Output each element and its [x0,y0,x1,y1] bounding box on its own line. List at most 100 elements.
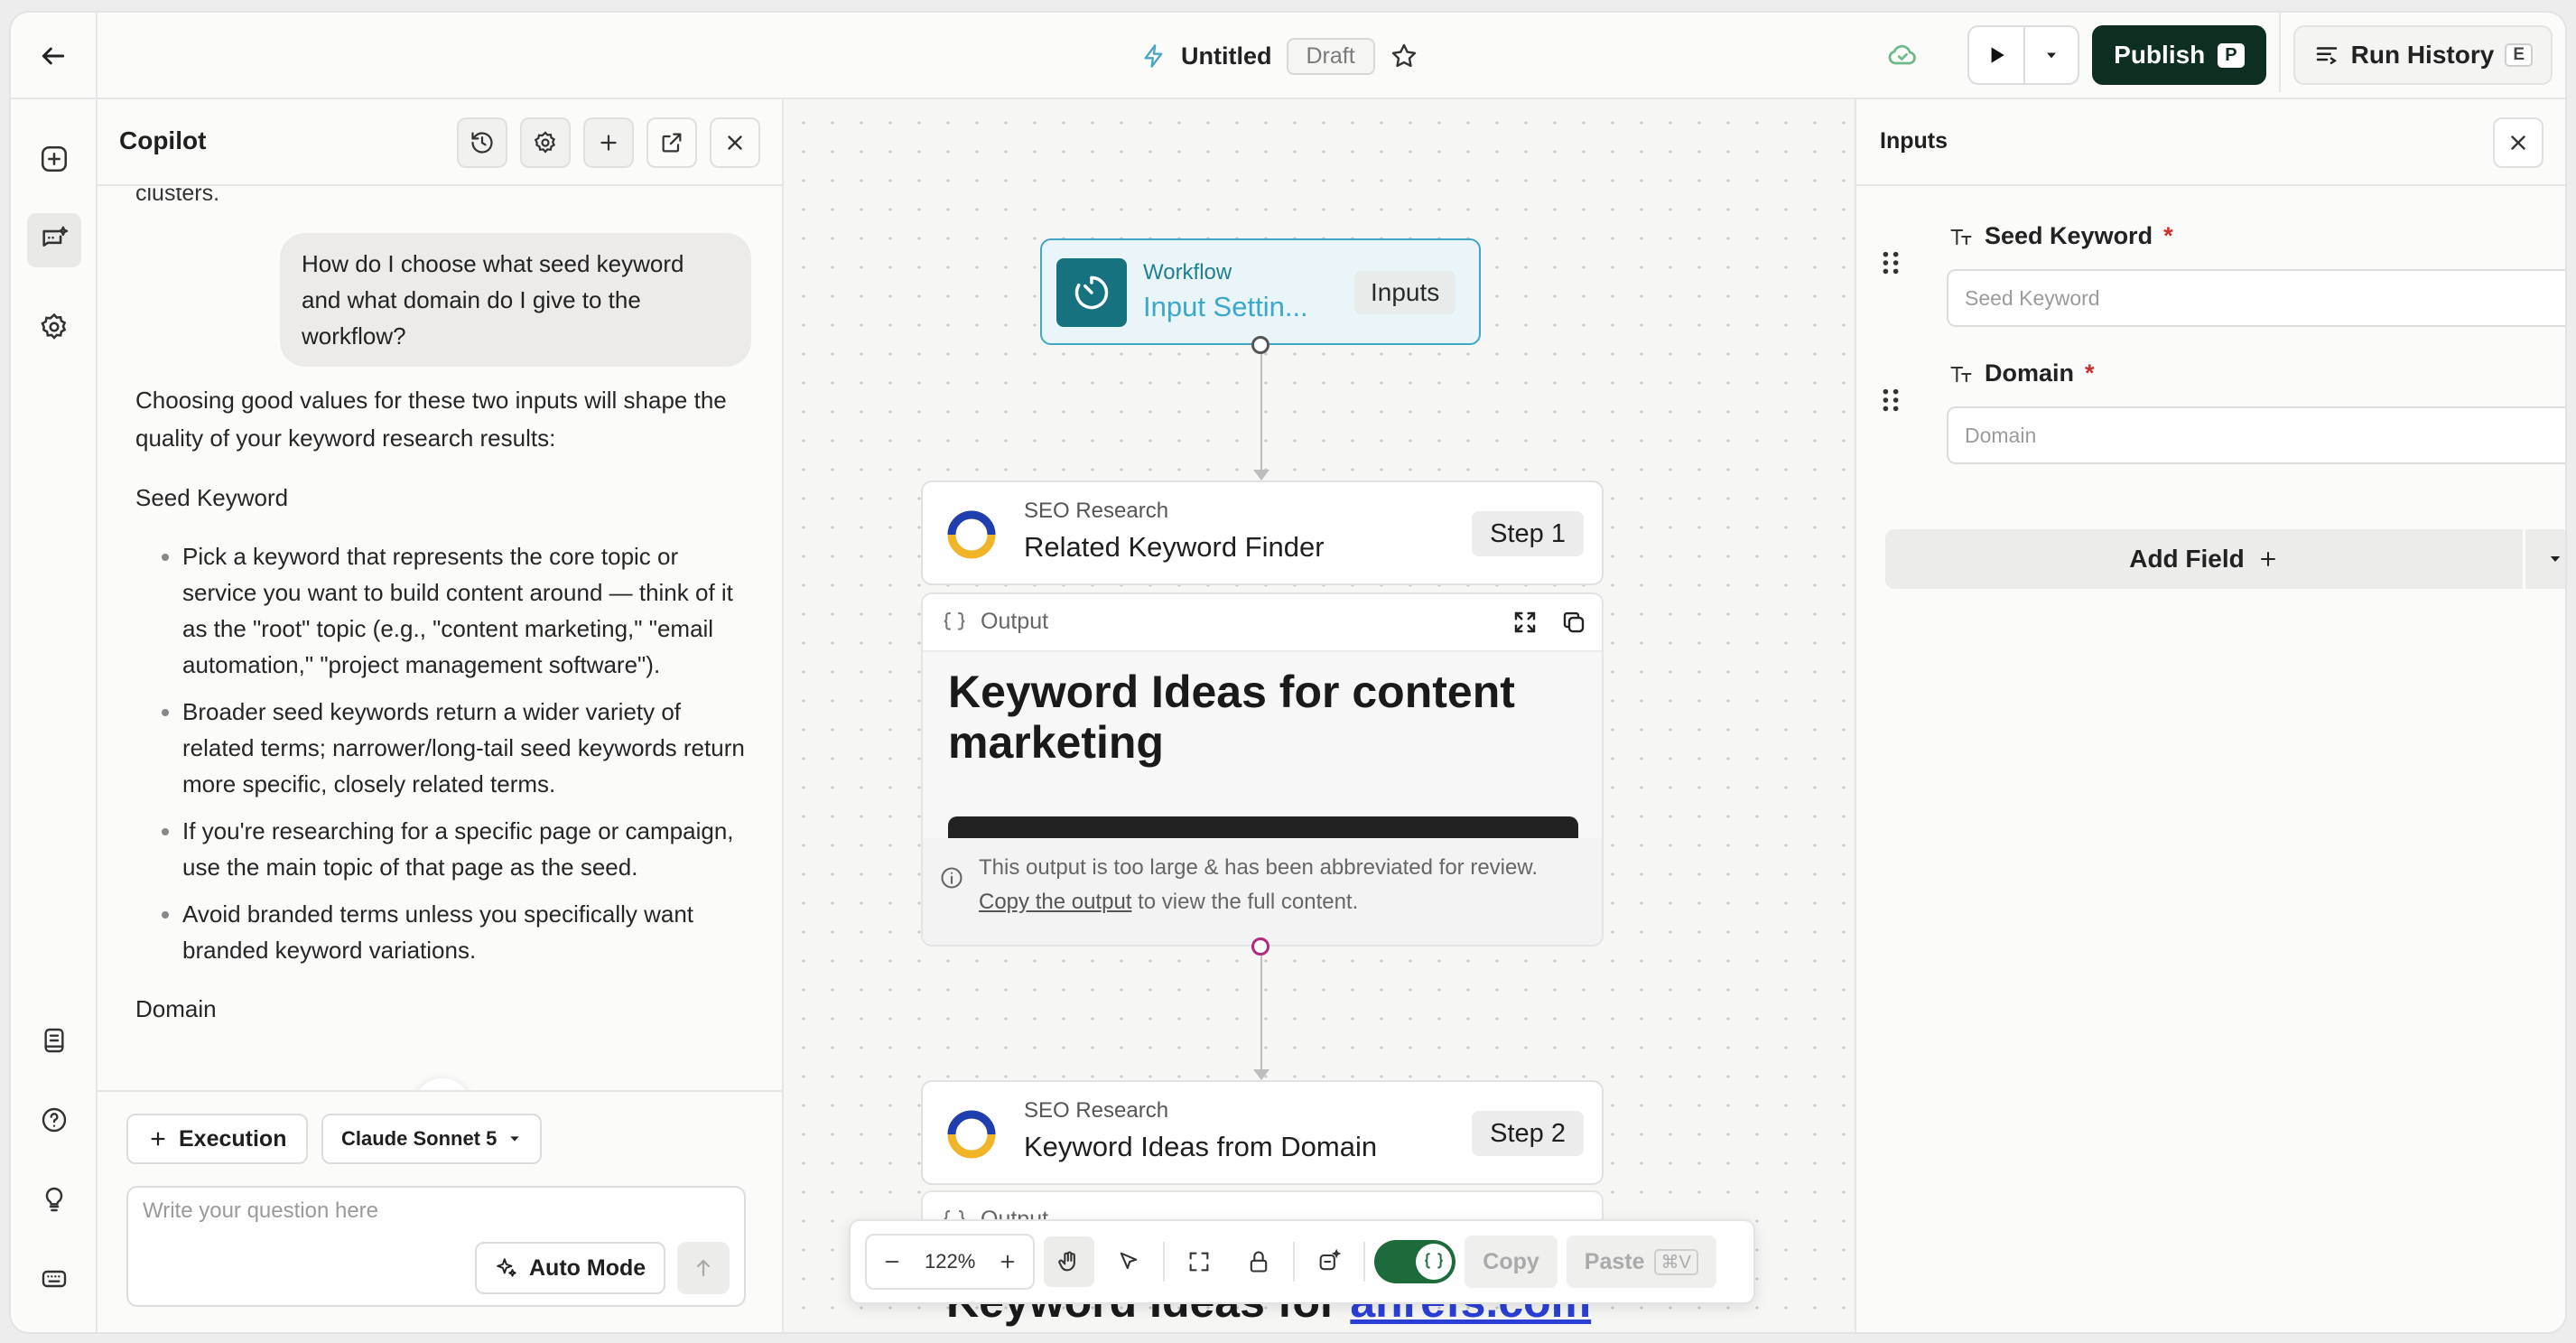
node-tag: Inputs [1354,271,1456,314]
copy-button[interactable]: Copy [1465,1236,1558,1288]
timer-icon [1056,258,1127,327]
model-selector[interactable]: Claude Sonnet 5 [321,1114,543,1164]
run-button[interactable] [1969,27,2023,83]
star-icon[interactable] [1390,42,1418,70]
workflow-title[interactable]: Untitled [1181,42,1272,70]
output-header: Output [923,594,1602,652]
sparkle-icon [497,1258,516,1277]
output-preview-toggle[interactable] [1374,1240,1456,1283]
braces-icon [944,611,965,630]
plus-icon [151,1132,165,1146]
plus-icon [2260,552,2275,566]
gear-icon [41,312,67,340]
execution-button[interactable]: Execution [126,1114,309,1164]
canvas-toolbar: 122% Copy Paste ⌘V [849,1219,1755,1304]
history-button[interactable] [457,117,507,168]
run-history-shortcut: E [2505,43,2533,67]
chat-thread[interactable]: clusters. How do I choose what seed keyw… [98,188,782,1185]
lock-button[interactable] [1233,1236,1284,1287]
fit-view-button[interactable] [1174,1236,1224,1287]
close-icon [728,135,742,150]
input-settings-node[interactable]: Workflow Input Settin... Inputs [1040,238,1481,345]
assistant-message: Choosing good values for these two input… [135,381,758,1049]
model-label: Claude Sonnet 5 [341,1127,498,1150]
ideas-rail-button[interactable] [27,1172,81,1226]
close-copilot-button[interactable] [710,117,760,168]
output-truncation-note: This output is too large & has been abbr… [923,838,1602,945]
docs-rail-button[interactable] [27,1013,81,1068]
text-type-icon [1950,366,1972,382]
run-history-button[interactable]: Run History E [2292,25,2553,85]
shortcuts-rail-button[interactable] [27,1252,81,1306]
copilot-settings-button[interactable] [520,117,571,168]
previous-message-tail: clusters. [135,188,220,206]
chat-input[interactable] [143,1198,721,1224]
add-field-button[interactable]: Add Field [1885,529,2523,589]
chat-input-box: Auto Mode [126,1186,746,1307]
step-badge: Step 1 [1472,511,1584,556]
app-window: Untitled Draft Publish P Run History E C… [9,11,2567,1334]
book-icon [44,1028,64,1053]
workflow-title-group: Untitled Draft [1141,34,1418,78]
connector-line [1260,354,1262,471]
toolbar-divider [1293,1242,1296,1282]
copilot-rail-button[interactable] [27,213,81,267]
chat-sparkle-icon [42,226,69,247]
paste-shortcut: ⌘V [1653,1248,1698,1275]
text-type-icon [1950,228,1972,245]
node-title: Keyword Ideas from Domain [1024,1131,1378,1162]
plus-icon [1000,1254,1015,1269]
domain-input[interactable] [1947,406,2565,464]
publish-shortcut: P [2218,42,2245,68]
zoom-in-button[interactable] [988,1239,1028,1284]
help-rail-button[interactable] [27,1093,81,1147]
step1-output-card: Output Keyword Ideas for content marketi… [921,592,1604,947]
publish-button[interactable]: Publish P [2092,25,2266,85]
output-handle[interactable] [1251,336,1269,354]
seed-keyword-input[interactable] [1947,269,2565,327]
minus-icon [885,1261,899,1263]
run-button-group [1967,25,2080,85]
paste-button[interactable]: Paste ⌘V [1566,1236,1716,1288]
popout-button[interactable] [646,117,697,168]
add-field-dropdown[interactable] [2523,529,2565,589]
drag-handle-icon[interactable] [1880,249,1902,276]
fit-screen-icon [1189,1252,1209,1272]
auto-layout-button[interactable] [1304,1236,1354,1287]
chat-composer: Execution Claude Sonnet 5 Auto Mode [98,1090,782,1332]
expand-icon[interactable] [1511,609,1539,636]
note-tail: to view the full content. [1138,890,1359,914]
keyboard-icon [42,1270,67,1288]
arrow-up-icon [696,1259,711,1277]
chevron-down-icon [2550,556,2560,562]
new-chat-button[interactable] [583,117,634,168]
step2-node[interactable]: SEO Research Keyword Ideas from Domain S… [921,1080,1604,1185]
output-handle[interactable] [1251,937,1269,956]
back-button[interactable] [11,13,98,99]
plus-square-icon [41,145,68,173]
pan-tool-button[interactable] [1044,1236,1095,1287]
add-node-button[interactable] [27,132,81,186]
copy-icon[interactable] [1560,609,1587,636]
workflow-canvas[interactable]: Keyword Ideas for ahrefs.com Workflow In… [784,99,1855,1332]
toolbar-divider [1363,1242,1366,1282]
publish-label: Publish [2114,41,2206,69]
copilot-title: Copilot [119,126,207,154]
drag-handle-icon[interactable] [1880,387,1902,414]
toolbar-divider [1163,1242,1166,1282]
step1-node[interactable]: SEO Research Related Keyword Finder Step… [921,480,1604,585]
send-button[interactable] [677,1242,730,1294]
select-tool-button[interactable] [1103,1236,1154,1287]
copilot-tools [457,117,760,168]
settings-rail-button[interactable] [27,300,81,354]
copy-output-link[interactable]: Copy the output [979,890,1131,914]
close-inputs-button[interactable] [2493,117,2543,168]
run-options-dropdown[interactable] [2023,27,2078,83]
auto-mode-button[interactable]: Auto Mode [475,1242,666,1294]
lightning-icon [1144,44,1163,68]
zoom-out-button[interactable] [872,1239,912,1284]
external-link-icon [662,133,682,153]
zoom-level[interactable]: 122% [916,1250,984,1273]
toggle-knob [1416,1244,1453,1280]
plus-icon [600,135,617,151]
